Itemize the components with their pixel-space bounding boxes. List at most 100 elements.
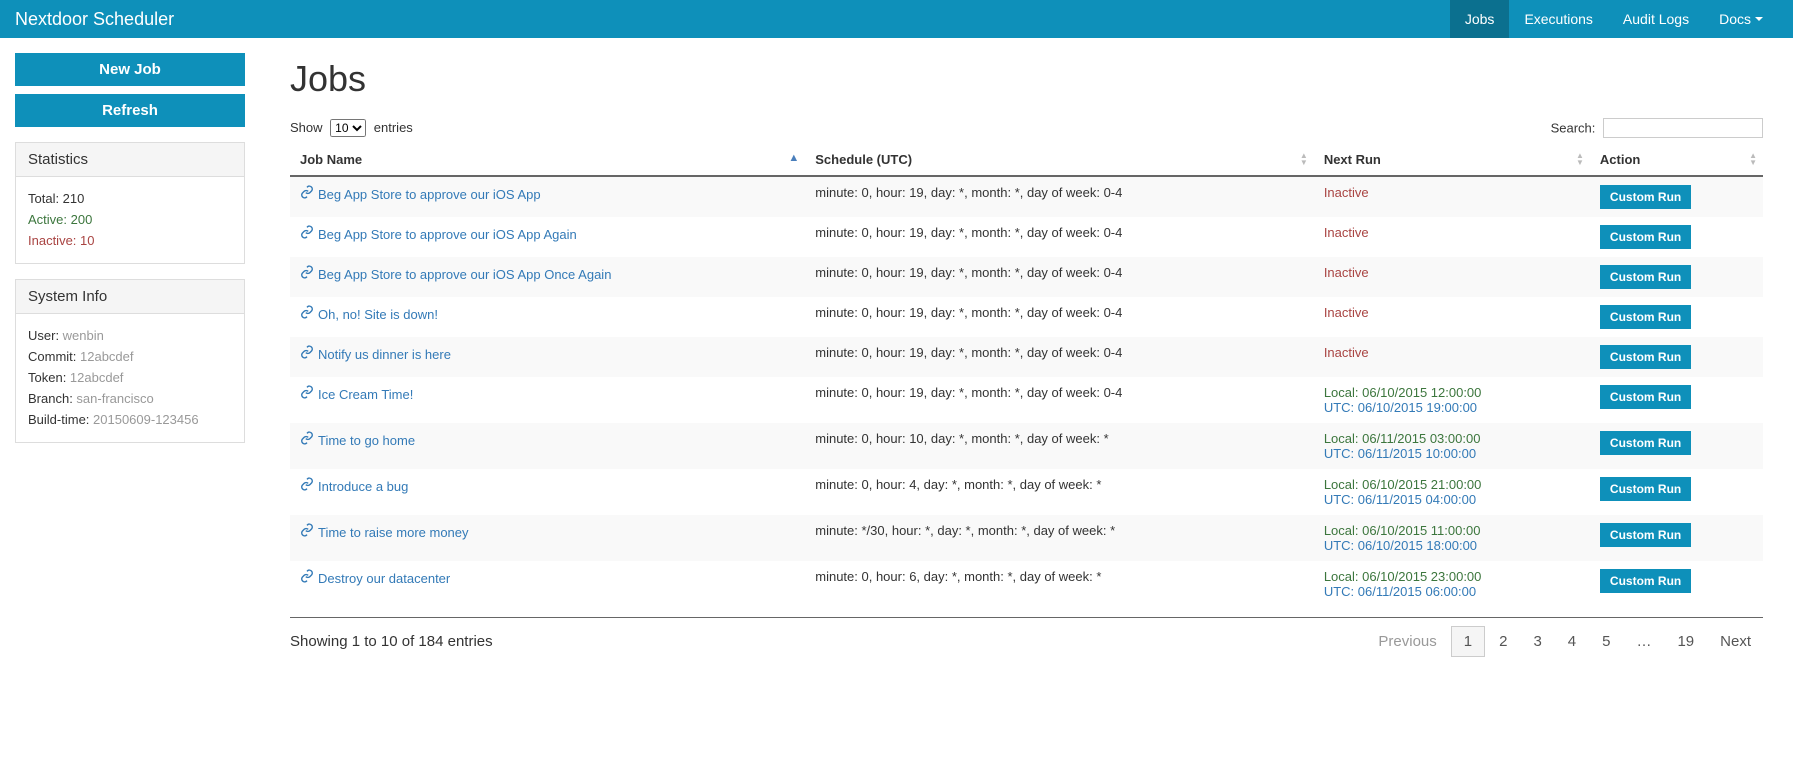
link-icon: [300, 385, 314, 402]
nextrun-utc: UTC: 06/11/2015 06:00:00: [1324, 584, 1580, 599]
job-link[interactable]: Beg App Store to approve our iOS App Onc…: [318, 267, 611, 282]
column-header[interactable]: Schedule (UTC)▲▼: [805, 144, 1314, 176]
sysinfo-value: san-francisco: [76, 391, 153, 406]
nav-item-jobs[interactable]: Jobs: [1450, 0, 1510, 38]
link-icon: [300, 265, 314, 282]
pagination-page[interactable]: 1: [1451, 626, 1485, 657]
nextrun-cell: Inactive: [1314, 176, 1590, 217]
navbar-brand[interactable]: Nextdoor Scheduler: [15, 9, 174, 30]
show-entries: Show 10 entries: [290, 119, 413, 137]
sysinfo-value: 20150609-123456: [93, 412, 199, 427]
nextrun-local: Local: 06/10/2015 21:00:00: [1324, 477, 1580, 492]
sort-icon: ▲▼: [1749, 152, 1757, 166]
custom-run-button[interactable]: Custom Run: [1600, 305, 1691, 329]
sysinfo-heading: System Info: [16, 280, 244, 314]
show-entries-select[interactable]: 10: [330, 119, 366, 137]
status-inactive: Inactive: [1324, 345, 1369, 360]
sysinfo-value: 12abcdef: [80, 349, 134, 364]
schedule-cell: minute: 0, hour: 19, day: *, month: *, d…: [805, 217, 1314, 257]
job-link[interactable]: Beg App Store to approve our iOS App: [318, 187, 541, 202]
search-control: Search:: [1551, 118, 1763, 138]
sysinfo-value: wenbin: [63, 328, 104, 343]
job-link[interactable]: Time to raise more money: [318, 525, 469, 540]
sidebar: New Job Refresh Statistics Total: 210 Ac…: [0, 38, 260, 677]
link-icon: [300, 185, 314, 202]
custom-run-button[interactable]: Custom Run: [1600, 225, 1691, 249]
table-row: Oh, no! Site is down! minute: 0, hour: 19…: [290, 297, 1763, 337]
table-row: Introduce a bug minute: 0, hour: 4, day: …: [290, 469, 1763, 515]
job-link[interactable]: Ice Cream Time!: [318, 387, 413, 402]
nav-item-executions[interactable]: Executions: [1509, 0, 1607, 38]
link-icon: [300, 225, 314, 242]
column-header[interactable]: Action▲▼: [1590, 144, 1763, 176]
show-label-post: entries: [374, 120, 413, 135]
table-row: Beg App Store to approve our iOS App Aga…: [290, 217, 1763, 257]
custom-run-button[interactable]: Custom Run: [1600, 523, 1691, 547]
stat-active: Active: 200: [28, 210, 232, 231]
table-row: Beg App Store to approve our iOS App minu…: [290, 176, 1763, 217]
page-title: Jobs: [290, 58, 1763, 100]
nextrun-cell: Local: 06/10/2015 11:00:00UTC: 06/10/201…: [1314, 515, 1590, 561]
footer-info: Showing 1 to 10 of 184 entries: [290, 633, 493, 650]
nav-item-docs[interactable]: Docs: [1704, 0, 1778, 38]
pagination-prev[interactable]: Previous: [1366, 627, 1448, 656]
status-inactive: Inactive: [1324, 265, 1369, 280]
nextrun-cell: Local: 06/11/2015 03:00:00UTC: 06/11/201…: [1314, 423, 1590, 469]
column-header[interactable]: Job Name▲: [290, 144, 805, 176]
statistics-heading: Statistics: [16, 143, 244, 177]
sysinfo-row: Commit: 12abcdef: [28, 347, 232, 368]
sysinfo-row: Branch: san-francisco: [28, 389, 232, 410]
pagination-next[interactable]: Next: [1708, 627, 1763, 656]
nextrun-cell: Local: 06/10/2015 21:00:00UTC: 06/11/201…: [1314, 469, 1590, 515]
schedule-cell: minute: 0, hour: 19, day: *, month: *, d…: [805, 297, 1314, 337]
custom-run-button[interactable]: Custom Run: [1600, 185, 1691, 209]
schedule-cell: minute: 0, hour: 10, day: *, month: *, d…: [805, 423, 1314, 469]
pagination-page[interactable]: 3: [1521, 627, 1553, 656]
search-input[interactable]: [1603, 118, 1763, 138]
custom-run-button[interactable]: Custom Run: [1600, 431, 1691, 455]
schedule-cell: minute: 0, hour: 4, day: *, month: *, da…: [805, 469, 1314, 515]
job-link[interactable]: Destroy our datacenter: [318, 571, 450, 586]
job-link[interactable]: Introduce a bug: [318, 479, 408, 494]
nav-item-audit-logs[interactable]: Audit Logs: [1608, 0, 1704, 38]
job-link[interactable]: Time to go home: [318, 433, 415, 448]
nextrun-cell: Local: 06/10/2015 23:00:00UTC: 06/11/201…: [1314, 561, 1590, 607]
job-link[interactable]: Oh, no! Site is down!: [318, 307, 438, 322]
nextrun-cell: Inactive: [1314, 257, 1590, 297]
new-job-button[interactable]: New Job: [15, 53, 245, 86]
custom-run-button[interactable]: Custom Run: [1600, 569, 1691, 593]
caret-icon: [1755, 17, 1763, 21]
link-icon: [300, 477, 314, 494]
sysinfo-panel: System Info User: wenbinCommit: 12abcdef…: [15, 279, 245, 443]
sort-icon: ▲: [788, 152, 799, 164]
custom-run-button[interactable]: Custom Run: [1600, 345, 1691, 369]
job-link[interactable]: Beg App Store to approve our iOS App Aga…: [318, 227, 577, 242]
sysinfo-label: User:: [28, 328, 63, 343]
sysinfo-row: User: wenbin: [28, 326, 232, 347]
pagination-page[interactable]: 5: [1590, 627, 1622, 656]
nextrun-cell: Inactive: [1314, 337, 1590, 377]
nextrun-utc: UTC: 06/10/2015 19:00:00: [1324, 400, 1580, 415]
job-link[interactable]: Notify us dinner is here: [318, 347, 451, 362]
sysinfo-label: Token:: [28, 370, 70, 385]
table-row: Notify us dinner is hereminute: 0, hour:…: [290, 337, 1763, 377]
nextrun-cell: Local: 06/10/2015 12:00:00UTC: 06/10/201…: [1314, 377, 1590, 423]
pagination-page[interactable]: 4: [1556, 627, 1588, 656]
link-icon: [300, 305, 314, 322]
sort-icon: ▲▼: [1576, 152, 1584, 166]
column-header[interactable]: Next Run▲▼: [1314, 144, 1590, 176]
custom-run-button[interactable]: Custom Run: [1600, 265, 1691, 289]
schedule-cell: minute: */30, hour: *, day: *, month: *,…: [805, 515, 1314, 561]
pagination-page[interactable]: 2: [1487, 627, 1519, 656]
nextrun-utc: UTC: 06/11/2015 04:00:00: [1324, 492, 1580, 507]
refresh-button[interactable]: Refresh: [15, 94, 245, 127]
nextrun-cell: Inactive: [1314, 217, 1590, 257]
custom-run-button[interactable]: Custom Run: [1600, 385, 1691, 409]
custom-run-button[interactable]: Custom Run: [1600, 477, 1691, 501]
status-inactive: Inactive: [1324, 185, 1369, 200]
sysinfo-row: Token: 12abcdef: [28, 368, 232, 389]
pagination-page[interactable]: 19: [1665, 627, 1706, 656]
schedule-cell: minute: 0, hour: 19, day: *, month: *, d…: [805, 176, 1314, 217]
nextrun-local: Local: 06/11/2015 03:00:00: [1324, 431, 1580, 446]
nextrun-local: Local: 06/10/2015 23:00:00: [1324, 569, 1580, 584]
